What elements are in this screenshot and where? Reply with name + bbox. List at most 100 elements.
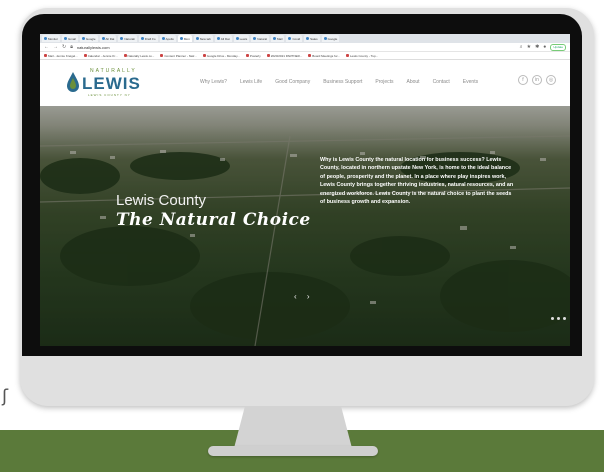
browser-tab[interactable]: Google xyxy=(79,35,98,42)
slider-dot[interactable] xyxy=(551,317,554,320)
main-nav: Why Lewis? Lewis Life Good Company Business… xyxy=(200,79,478,85)
nav-item[interactable]: Lewis Life xyxy=(240,79,262,85)
tab-label: Covid xyxy=(292,36,301,41)
extensions-icon[interactable]: ✱ xyxy=(535,43,539,52)
tab-favicon-icon xyxy=(195,37,199,40)
bookmark-label: Content Planner - Natr... xyxy=(164,53,197,58)
browser-tab[interactable]: Mail xyxy=(270,35,285,42)
browser-tab[interactable]: Sales xyxy=(304,35,320,42)
browser-tab[interactable]: Monitor xyxy=(42,35,61,42)
monitor-screen: Monitor Gmail Google All Dat Naturali Draft F… xyxy=(40,34,570,346)
browser-tab[interactable]: Draft Fo xyxy=(138,35,158,42)
instagram-icon[interactable]: ◎ xyxy=(546,75,556,85)
tab-label: Naturali xyxy=(124,36,135,41)
social-links: f in ◎ xyxy=(518,75,556,85)
nav-item[interactable]: Business Support xyxy=(323,79,362,85)
browser-tab[interactable]: All Dat xyxy=(99,35,117,42)
url-field[interactable]: naturallylewis.com xyxy=(77,45,110,50)
reload-icon[interactable]: ↻ xyxy=(62,43,66,52)
browser-tab[interactable]: Apollo xyxy=(159,35,176,42)
browser-tab[interactable]: Gmail xyxy=(62,35,78,42)
browser-tab[interactable]: Covid xyxy=(286,35,303,42)
nav-item[interactable]: Good Company xyxy=(275,79,310,85)
slider-arrows[interactable]: ‹ › xyxy=(294,292,314,301)
bookmark-favicon-icon xyxy=(160,54,164,57)
browser-tab[interactable]: Google xyxy=(321,35,340,42)
bookmark-item[interactable]: Board Meetings for... xyxy=(308,54,340,58)
tab-favicon-icon xyxy=(306,37,310,40)
bookmark-label: 2020/2021 PARTNER... xyxy=(270,53,303,58)
bookmark-item[interactable]: 2020/2021 PARTNER... xyxy=(266,53,303,58)
site-header: NATURALLY LEWIS LEWIS COUNTY NY Why Lewi… xyxy=(40,60,570,106)
facebook-icon[interactable]: f xyxy=(518,75,528,85)
update-button[interactable]: Update xyxy=(550,43,566,51)
bookmark-item[interactable]: Calendar - Jennie Kr... xyxy=(83,53,118,58)
bookmark-favicon-icon xyxy=(345,54,349,57)
bookmark-item[interactable]: Mail - Jennie Kreigel... xyxy=(44,54,78,58)
bookmark-favicon-icon xyxy=(44,54,47,57)
bookmark-item[interactable]: Naturally Lewis co... xyxy=(123,53,155,58)
nav-item[interactable]: Events xyxy=(463,79,478,85)
nav-item[interactable]: Contact xyxy=(433,79,450,85)
browser-address-bar: ← → ↻ 🔒︎ naturallylewis.com ⌕ ★ ✱ ● Upda… xyxy=(40,43,570,52)
site-logo[interactable]: NATURALLY LEWIS LEWIS COUNTY NY xyxy=(66,66,156,100)
bookmark-label: Naturally Lewis co... xyxy=(127,53,155,58)
browser-tab[interactable]: Naturali xyxy=(118,35,137,42)
bookmark-label: Posterly xyxy=(249,53,261,58)
browser-tab[interactable]: New tab xyxy=(193,35,213,42)
bookmark-favicon-icon xyxy=(83,54,87,57)
bookmark-label: Google Drive - Monday... xyxy=(206,53,240,58)
tab-favicon-icon xyxy=(101,37,105,40)
bookmarks-bar: Mail - Jennie Kreigel... Calendar - Jenni… xyxy=(40,52,570,60)
bookmark-star-icon[interactable]: ★ xyxy=(527,43,531,52)
logo-wordmark: LEWIS xyxy=(82,74,141,93)
hero-title: Lewis County xyxy=(116,192,207,209)
bookmark-label: Calendar - Jennie Kr... xyxy=(87,53,118,58)
bookmark-favicon-icon xyxy=(123,54,127,57)
tab-favicon-icon xyxy=(235,37,239,40)
profile-icon[interactable]: ● xyxy=(543,43,546,52)
nav-item[interactable]: Why Lewis? xyxy=(200,79,227,85)
tab-favicon-icon xyxy=(288,37,292,40)
tab-label: New tab xyxy=(199,36,211,41)
forward-icon[interactable]: → xyxy=(53,43,58,52)
bookmark-favicon-icon xyxy=(308,54,312,57)
zoom-icon[interactable]: ⌕ xyxy=(520,43,523,52)
edge-glyph: ʃ xyxy=(2,386,9,407)
nav-item[interactable]: About xyxy=(406,79,419,85)
tab-label: Monitor xyxy=(48,36,59,41)
linkedin-icon[interactable]: in xyxy=(532,75,542,85)
bookmark-favicon-icon xyxy=(245,54,249,57)
browser-tab[interactable]: Lewis xyxy=(233,35,250,42)
tab-favicon-icon xyxy=(81,37,85,40)
browser-tab[interactable]: Natural xyxy=(251,35,269,42)
tab-favicon-icon xyxy=(64,37,68,40)
bookmark-item[interactable]: Posterly xyxy=(245,53,261,58)
browser-tab[interactable]: All Dat xyxy=(214,35,232,42)
hero-tagline: The Natural Choice xyxy=(116,210,311,230)
tab-favicon-icon xyxy=(179,37,183,40)
hero-description: Why is Lewis County the natural location… xyxy=(320,157,514,206)
tab-label: All Dat xyxy=(220,36,230,41)
tab-favicon-icon xyxy=(140,37,144,40)
hero-banner: Lewis County The Natural Choice Why is L… xyxy=(40,106,570,346)
tab-label: Google xyxy=(85,36,96,41)
slider-dot[interactable] xyxy=(557,317,560,320)
tab-favicon-icon xyxy=(120,37,124,40)
slider-dots[interactable] xyxy=(551,317,566,320)
bookmark-item[interactable]: Lewis County - Tup... xyxy=(345,54,378,58)
tab-label: Gmail xyxy=(68,36,76,41)
slider-dot[interactable] xyxy=(563,317,566,320)
bookmark-item[interactable]: Content Planner - Natr... xyxy=(160,53,197,58)
bookmark-label: Mail - Jennie Kreigel... xyxy=(48,53,78,58)
water-drop-icon xyxy=(67,72,79,92)
back-icon[interactable]: ← xyxy=(44,43,49,52)
tab-favicon-icon xyxy=(216,37,220,40)
tab-label: Mail xyxy=(276,36,283,41)
browser-tab[interactable]: Mon xyxy=(177,35,192,42)
bookmark-item[interactable]: Google Drive - Monday... xyxy=(202,53,240,58)
tab-label: Sales xyxy=(310,36,318,41)
tab-favicon-icon xyxy=(44,37,47,40)
logo-subtitle: LEWIS COUNTY NY xyxy=(88,93,131,97)
nav-item[interactable]: Projects xyxy=(375,79,393,85)
